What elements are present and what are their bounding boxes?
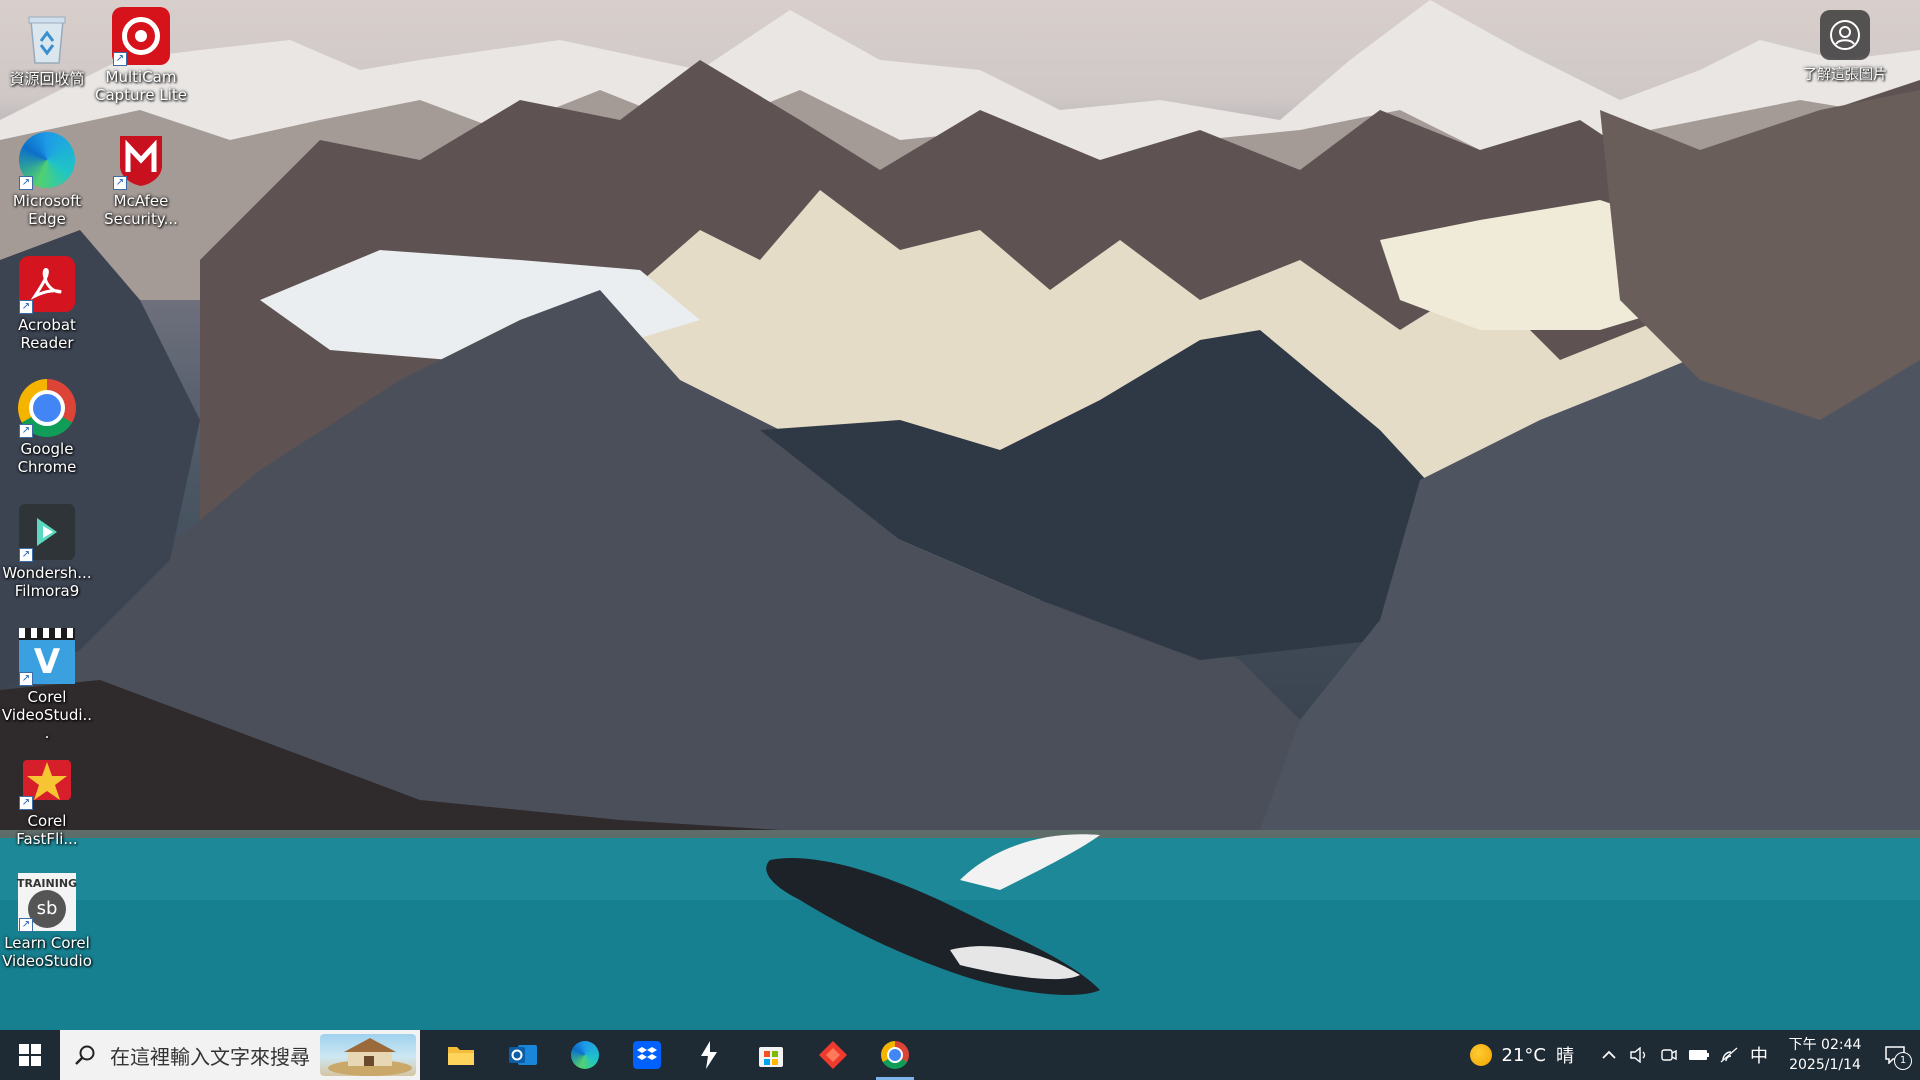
desktop-icon-corel-videostudio[interactable]: V ↗ Corel VideoStudi... — [0, 626, 94, 742]
taskbar: 在這裡輸入文字來搜尋 21°C 晴 中 下午 02:44 2025/1/14 1 — [0, 1030, 1920, 1080]
taskbar-app-anydesk[interactable] — [802, 1030, 864, 1080]
taskbar-pinned-apps — [430, 1030, 926, 1080]
filmora-icon: ↗ — [17, 502, 77, 562]
corel-fastflick-icon: ↗ — [17, 750, 77, 810]
shortcut-arrow-icon: ↗ — [19, 300, 33, 314]
system-tray: 21°C 晴 中 下午 02:44 2025/1/14 1 — [1460, 1030, 1920, 1080]
spotlight-label: 了解這張圖片 — [1803, 67, 1887, 83]
clock[interactable]: 下午 02:44 2025/1/14 — [1780, 1035, 1870, 1075]
desktop-icon-label: Wondersh... Filmora9 — [2, 564, 92, 600]
weather-temp: 21°C — [1501, 1044, 1546, 1066]
desktop-icon-label: Acrobat Reader — [18, 316, 76, 352]
edge-icon: ↗ — [17, 130, 77, 190]
chevron-up-icon[interactable] — [1594, 1030, 1624, 1080]
store-icon — [759, 1047, 783, 1067]
shortcut-arrow-icon: ↗ — [113, 52, 127, 66]
desktop-icon-edge[interactable]: ↗ Microsoft Edge — [0, 130, 94, 228]
lightning-icon — [701, 1041, 717, 1069]
desktop-icon-label: Corel FastFli... — [16, 812, 78, 848]
shortcut-arrow-icon: ↗ — [19, 918, 33, 932]
folder-icon — [448, 1047, 474, 1065]
battery-icon[interactable] — [1684, 1030, 1714, 1080]
taskbar-app-dropbox[interactable] — [616, 1030, 678, 1080]
desktop-icon-filmora[interactable]: ↗ Wondersh... Filmora9 — [0, 502, 94, 600]
notification-center-button[interactable]: 1 — [1870, 1030, 1920, 1080]
mcafee-icon: ↗ — [111, 130, 171, 190]
weather-widget[interactable]: 21°C 晴 — [1460, 1042, 1594, 1068]
spotlight-learn-more[interactable]: 了解這張圖片 — [1790, 10, 1900, 84]
desktop-icon-corel-fastflick[interactable]: ↗ Corel FastFli... — [0, 750, 94, 848]
shortcut-arrow-icon: ↗ — [19, 548, 33, 562]
learn-corel-icon: TRAINING sb ↗ — [17, 872, 77, 932]
desktop-icon-chrome[interactable]: ↗ Google Chrome — [0, 378, 94, 476]
camera-icon — [1820, 10, 1870, 60]
shortcut-arrow-icon: ↗ — [19, 424, 33, 438]
desktop-icon-label: Corel VideoStudi... — [1, 688, 93, 742]
clock-date: 2025/1/14 — [1789, 1057, 1861, 1073]
meet-now-icon[interactable] — [1654, 1030, 1684, 1080]
shortcut-arrow-icon: ↗ — [19, 672, 33, 686]
speaker-icon[interactable] — [1624, 1030, 1654, 1080]
taskbar-app-outlook[interactable] — [492, 1030, 554, 1080]
recycle-bin-icon — [17, 8, 77, 68]
start-button[interactable] — [0, 1030, 60, 1080]
desktop-icon-label: MultiCam Capture Lite — [94, 68, 188, 104]
desktop-icon-label: Google Chrome — [17, 440, 77, 476]
search-placeholder: 在這裡輸入文字來搜尋 — [110, 1044, 310, 1069]
shortcut-arrow-icon: ↗ — [19, 176, 33, 190]
taskbar-app-chrome[interactable] — [864, 1030, 926, 1080]
dropbox-icon — [633, 1041, 661, 1069]
outlook-icon — [509, 1045, 537, 1065]
diamond-icon — [819, 1041, 847, 1069]
desktop-icon-multicam[interactable]: ↗ MultiCam Capture Lite — [94, 6, 188, 104]
corel-videostudio-icon: V ↗ — [17, 626, 77, 686]
chrome-icon: ↗ — [17, 378, 77, 438]
wallpaper-mountains — [0, 0, 1920, 1030]
chrome-icon — [881, 1041, 909, 1069]
edge-icon — [571, 1041, 599, 1069]
taskbar-app-store[interactable] — [740, 1030, 802, 1080]
desktop-icon-label: Microsoft Edge — [12, 192, 82, 228]
taskbar-app-edge[interactable] — [554, 1030, 616, 1080]
desktop-icon-mcafee[interactable]: ↗ McAfee Security... — [94, 130, 188, 228]
input-method-indicator[interactable]: 中 — [1744, 1030, 1774, 1080]
desktop-icon-recycle-bin[interactable]: 資源回收筒 — [0, 8, 94, 88]
search-highlight-image[interactable] — [320, 1034, 416, 1076]
desktop-icon-label: McAfee Security... — [104, 192, 178, 228]
taskbar-app-power-automate[interactable] — [678, 1030, 740, 1080]
shortcut-arrow-icon: ↗ — [113, 176, 127, 190]
desktop-icon-learn-corel[interactable]: TRAINING sb ↗ Learn Corel VideoStudio — [0, 872, 94, 970]
desktop-icon-label: 資源回收筒 — [9, 70, 85, 88]
wifi-icon[interactable] — [1714, 1030, 1744, 1080]
sun-icon — [1469, 1044, 1492, 1066]
windows-logo-icon — [19, 1044, 41, 1066]
shortcut-arrow-icon: ↗ — [19, 796, 33, 810]
multicam-icon: ↗ — [111, 6, 171, 66]
desktop-wallpaper: 資源回收筒 ↗ MultiCam Capture Lite ↗ Microsof… — [0, 0, 1920, 1030]
clock-time: 下午 02:44 — [1788, 1037, 1862, 1053]
search-icon — [75, 1045, 95, 1065]
notification-badge: 1 — [1894, 1052, 1912, 1070]
taskbar-app-file-explorer[interactable] — [430, 1030, 492, 1080]
desktop-icon-acrobat[interactable]: ↗ Acrobat Reader — [0, 254, 94, 352]
weather-condition: 晴 — [1556, 1046, 1574, 1067]
acrobat-icon: ↗ — [17, 254, 77, 314]
desktop-icon-label: Learn Corel VideoStudio — [2, 934, 92, 970]
taskbar-search-box[interactable]: 在這裡輸入文字來搜尋 — [60, 1030, 420, 1080]
